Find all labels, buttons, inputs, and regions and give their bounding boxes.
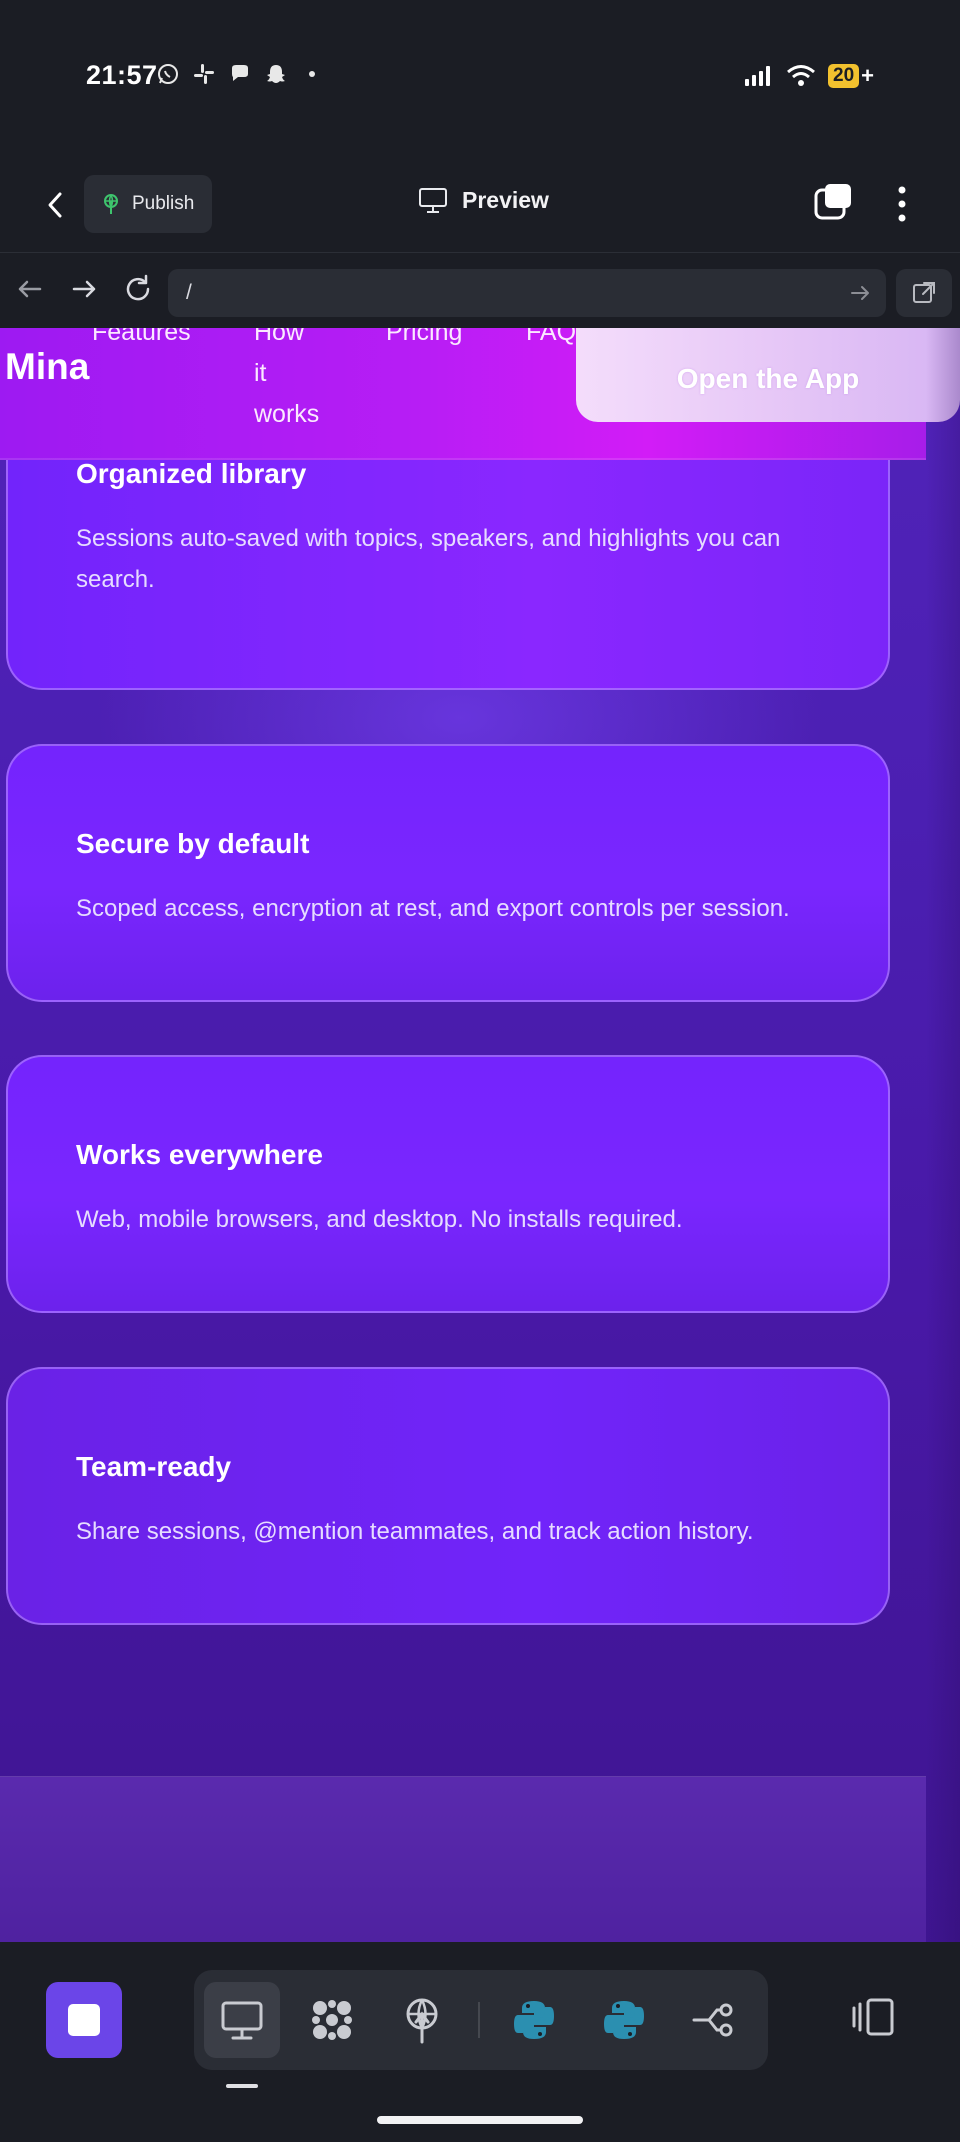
status-bar: 21:57 20 + [0, 0, 960, 150]
stop-icon [68, 2004, 100, 2036]
feature-title: Organized library [76, 458, 307, 489]
preview-toggle[interactable]: Preview [418, 186, 549, 214]
snapchat-icon [263, 62, 289, 93]
publish-button[interactable]: Publish [84, 175, 212, 233]
publish-label: Publish [132, 193, 195, 214]
publish-antenna-icon [104, 194, 118, 214]
url-input[interactable]: / [168, 269, 886, 317]
flow-nodes-icon [692, 2003, 733, 2037]
publish-tool-button[interactable] [384, 1982, 460, 2058]
more-button[interactable] [890, 180, 914, 228]
preview-label: Preview [462, 186, 549, 213]
feature-title: Secure by default [76, 828, 310, 859]
nav-link-pricing[interactable]: Pricing [386, 328, 462, 353]
notification-icons [155, 62, 325, 93]
battery-indicator: 20 + [828, 63, 874, 89]
go-arrow-icon[interactable] [848, 281, 872, 305]
feature-title: Works everywhere [76, 1139, 323, 1170]
wifi-icon [787, 65, 815, 86]
tabs-icon [814, 184, 851, 220]
dot-icon [299, 62, 325, 93]
chevron-left-icon [48, 192, 62, 218]
system-icons: 20 + [744, 63, 874, 89]
bottom-dock [0, 1942, 960, 2142]
browser-back-button[interactable] [12, 271, 48, 307]
nav-how-line-2: it [254, 359, 267, 387]
nav-link-features[interactable]: Features [92, 328, 191, 353]
side-panel-icon [852, 1998, 894, 2036]
grid-apps-icon [312, 2000, 352, 2040]
url-text: / [186, 281, 192, 304]
desktop-icon [221, 2001, 263, 2040]
side-panel-button[interactable] [850, 1992, 900, 2042]
active-tab-underline [226, 2084, 258, 2088]
slack-icon [191, 62, 217, 93]
python-tab-2[interactable] [586, 1982, 662, 2058]
back-button[interactable] [38, 182, 74, 228]
workflow-button[interactable] [676, 1982, 752, 2058]
app-toolbar: Publish Preview [0, 160, 960, 250]
desktop-preview-button[interactable] [204, 1982, 280, 2058]
feature-description: Share sessions, @mention teammates, and … [76, 1518, 754, 1545]
feature-description: Scoped access, encryption at rest, and e… [76, 895, 790, 922]
open-external-button[interactable] [896, 269, 952, 317]
nav-link-faq[interactable]: FAQ [526, 328, 576, 353]
home-indicator[interactable] [377, 2116, 583, 2124]
stop-button[interactable] [46, 1982, 122, 2058]
tool-tray [194, 1970, 768, 2070]
nav-how-line-1: How [254, 328, 305, 346]
arrow-left-icon [18, 280, 42, 298]
tray-divider [478, 2002, 480, 2038]
feature-card: Works everywhere Web, mobile browsers, a… [6, 1055, 890, 1313]
publish-antenna-icon [406, 1998, 438, 2044]
apps-button[interactable] [294, 1982, 370, 2058]
site-logo[interactable]: Mina [5, 346, 89, 388]
battery-level: 20 [828, 64, 860, 88]
feature-description: Web, mobile browsers, and desktop. No in… [76, 1206, 683, 1233]
browser-forward-button[interactable] [66, 271, 102, 307]
python-tab-1[interactable] [496, 1982, 572, 2058]
web-preview: Organized library Sessions auto-saved wi… [0, 328, 960, 1942]
external-link-icon [913, 282, 935, 303]
feature-title: Team-ready [76, 1451, 232, 1482]
status-time: 21:57 [86, 60, 158, 90]
arrow-right-icon [72, 280, 96, 298]
python-icon [514, 2001, 554, 2039]
site-footer [0, 1776, 926, 1942]
site-header: Features How it works Pricing FAQ Mina O… [0, 328, 960, 460]
messages-icon [227, 62, 253, 93]
monitor-icon [419, 188, 447, 213]
whatsapp-icon [155, 62, 181, 93]
signal-icon [745, 66, 770, 86]
feature-card: Team-ready Share sessions, @mention team… [6, 1367, 890, 1625]
charging-plus: + [861, 63, 874, 88]
kebab-menu-icon [898, 186, 906, 222]
reload-icon [126, 274, 150, 301]
browser-bar: / [0, 252, 960, 328]
python-icon [604, 2001, 644, 2039]
nav-how-line-3: works [254, 400, 320, 428]
reload-button[interactable] [120, 271, 156, 307]
tabs-button[interactable] [812, 180, 856, 224]
feature-card: Secure by default Scoped access, encrypt… [6, 744, 890, 1002]
feature-description: Sessions auto-saved with topics, speaker… [76, 525, 781, 593]
open-app-button[interactable]: Open the App [576, 328, 960, 422]
nav-link-how-it-works[interactable]: How it works [254, 328, 344, 435]
